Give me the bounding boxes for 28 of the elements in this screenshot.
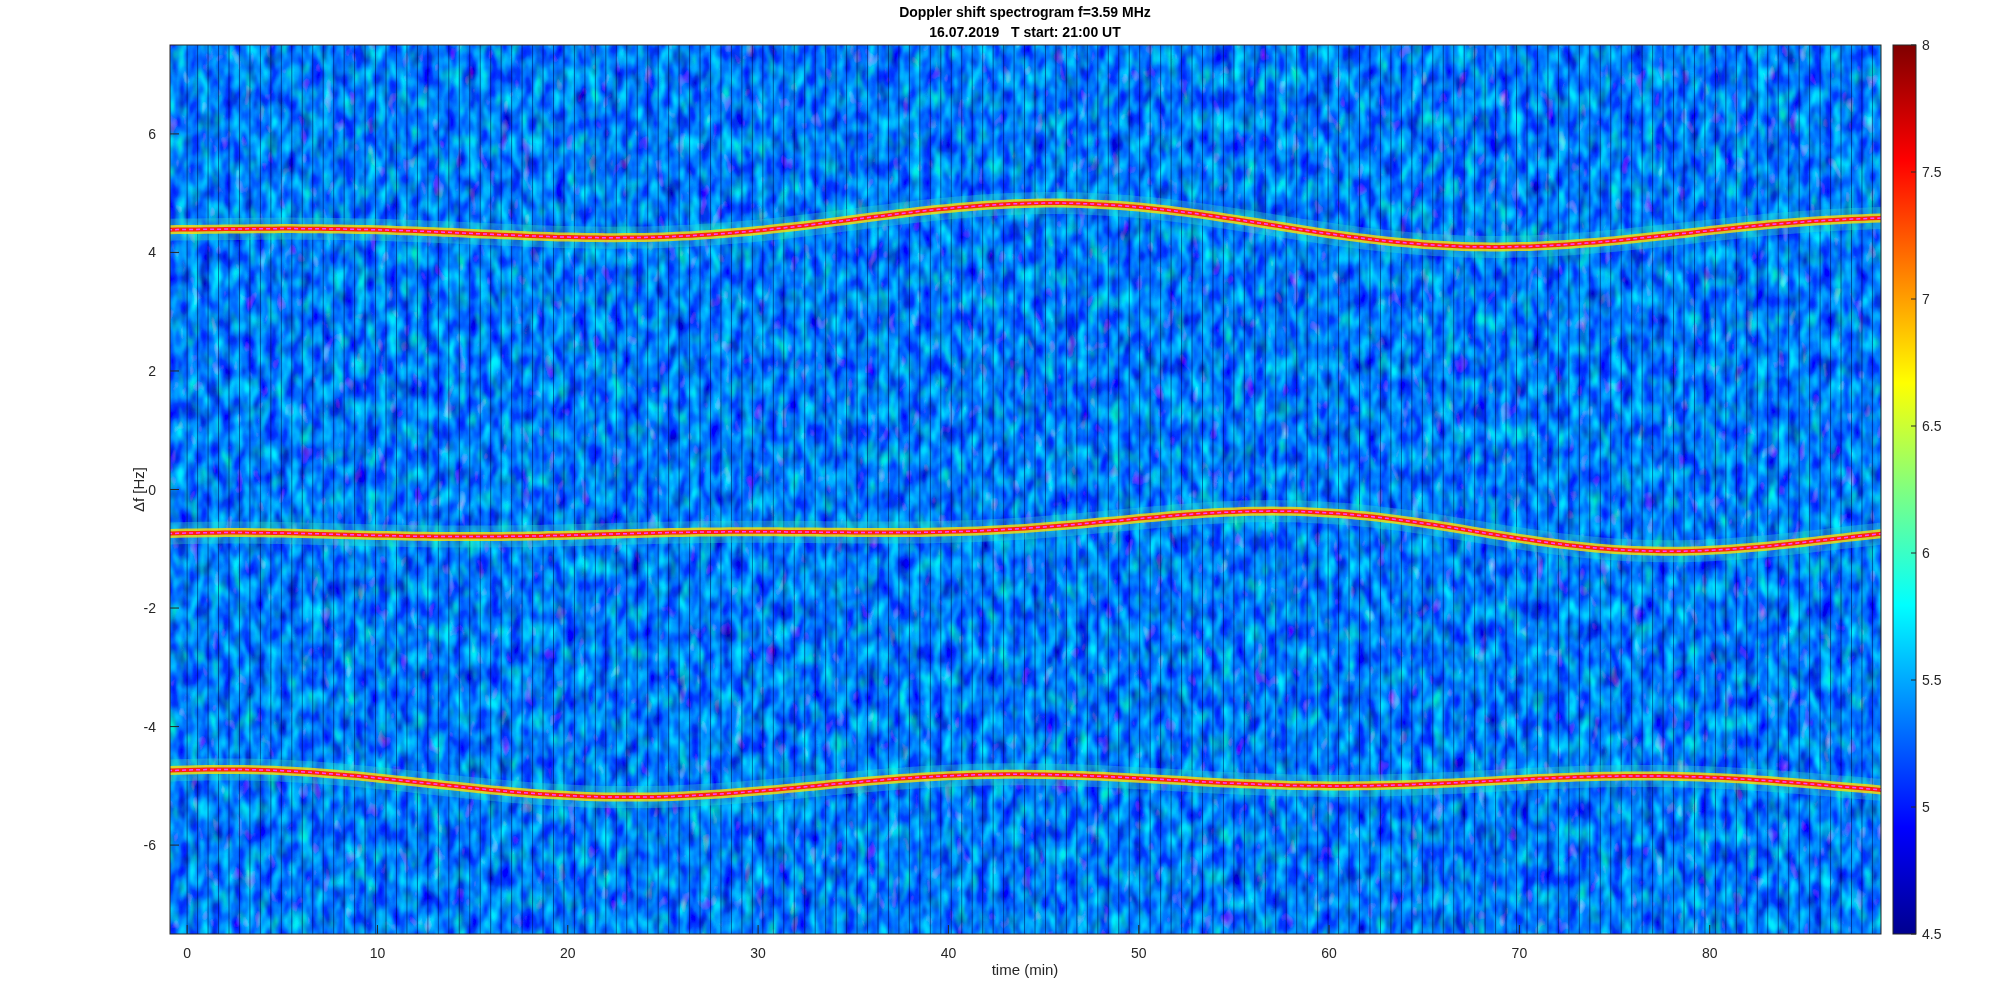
x-axis-tick-label: 10: [369, 945, 386, 961]
colorbar-tick-label: 7: [1922, 291, 1930, 307]
y-axis-tick-label: 2: [148, 362, 156, 379]
y-axis-label: Δf [Hz]: [130, 467, 147, 512]
colorbar-tick-label: 8: [1922, 37, 1930, 53]
x-axis-tick-label: 30: [750, 945, 766, 961]
y-axis-tick-label: -4: [143, 718, 156, 735]
y-axis-tick-label: 0: [148, 481, 156, 498]
colorbar-tick-label: 5.5: [1922, 672, 1942, 688]
y-axis-tick-label: 4: [148, 244, 156, 261]
x-axis-label: time (min): [991, 961, 1059, 978]
colorbar-tick-label: 7.5: [1922, 164, 1942, 180]
y-axis-tick-label: 6: [148, 125, 156, 142]
x-axis-tick-label: 80: [1701, 945, 1718, 961]
y-axis-tick-label: -6: [143, 837, 156, 854]
x-axis-tick-label: 50: [1130, 945, 1147, 961]
x-axis-tick-label: 70: [1511, 945, 1528, 961]
x-axis-tick-label: 0: [183, 945, 192, 961]
chart-title: Doppler shift spectrogram f=3.59 MHz: [899, 4, 1151, 20]
colorbar-tick-label: 6: [1922, 545, 1930, 561]
y-axis-tick-label: -2: [143, 600, 156, 617]
colorbar-tick-label: 6.5: [1922, 418, 1942, 434]
chart-subtitle: 16.07.2019 T start: 21:00 UT: [929, 24, 1121, 40]
x-axis-tick-label: 20: [560, 945, 576, 961]
colorbar-tick-label: 4.5: [1922, 926, 1942, 942]
x-axis-tick-label: 60: [1321, 945, 1337, 961]
colorbar-tick-label: 5: [1922, 799, 1930, 815]
x-axis-tick-label: 40: [940, 945, 957, 961]
